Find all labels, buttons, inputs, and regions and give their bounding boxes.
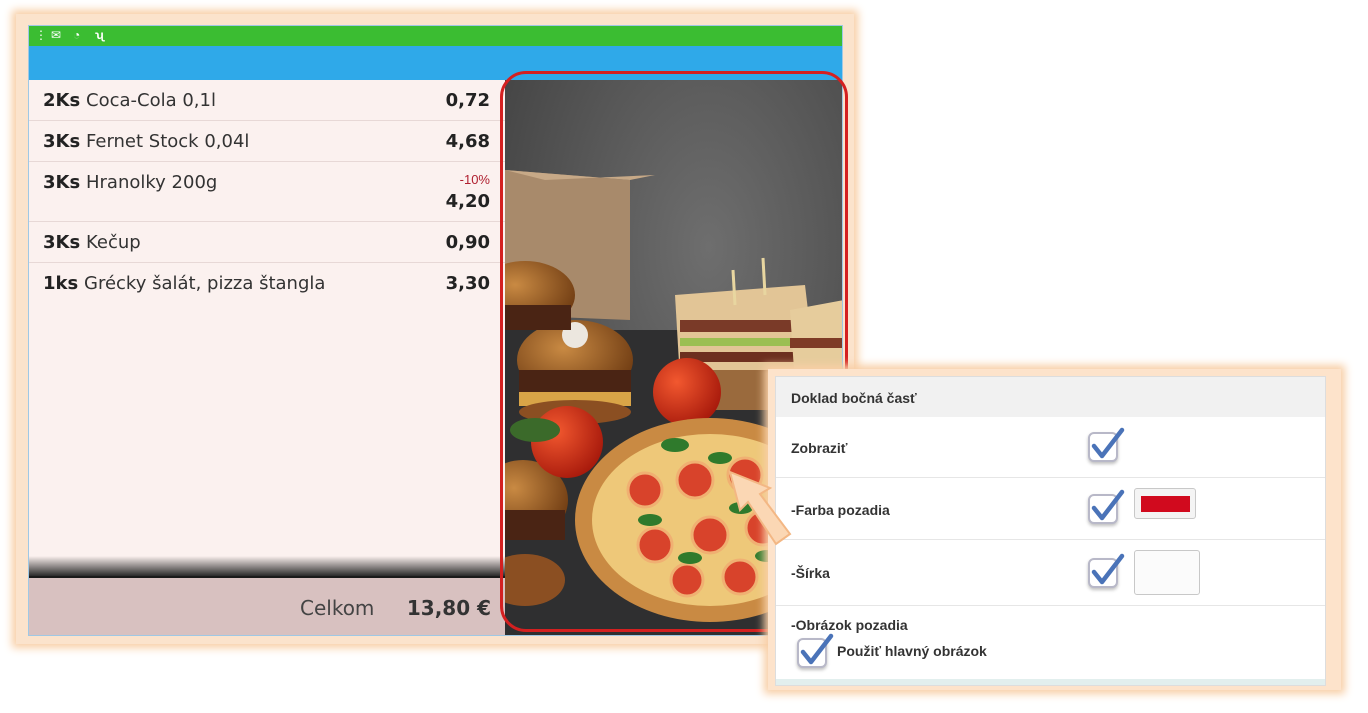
show-checkbox[interactable] — [1088, 427, 1125, 462]
check-icon — [800, 633, 834, 665]
setting-row-width: -Šírka — [776, 540, 1325, 606]
item-name: Hranolky 200g — [86, 172, 218, 193]
item-qty: 3Ks — [43, 131, 81, 152]
item-name: Coca-Cola 0,1l — [86, 90, 216, 111]
color-swatch — [1141, 496, 1190, 512]
list-item: 2Ks Coca-Cola 0,1l 0,72 — [29, 80, 505, 121]
list-item: 3Ks Fernet Stock 0,04l 4,68 — [29, 121, 505, 162]
total-value: 13,80 € — [406, 596, 491, 620]
item-qty: 2Ks — [43, 90, 81, 111]
callout-arrow-icon — [728, 470, 792, 546]
item-price: 3,30 — [445, 273, 490, 294]
total-label: Celkom — [300, 596, 375, 620]
check-icon — [1091, 489, 1125, 521]
list-item: 3Ks Kečup 0,90 — [29, 222, 505, 263]
setting-row-bg-color: -Farba pozadia — [776, 478, 1325, 540]
check-icon — [1091, 427, 1125, 459]
item-name: Kečup — [86, 232, 141, 253]
timer-icon: ◔ — [73, 28, 81, 42]
bg-color-picker[interactable] — [1134, 488, 1196, 519]
item-price: 4,20 — [445, 191, 490, 212]
setting-row-show: Zobraziť — [776, 417, 1325, 478]
settings-panel: Doklad bočná časť Zobraziť -Farba pozadi… — [775, 376, 1326, 686]
more-vert-icon: ⋮ — [35, 28, 47, 42]
item-price: 0,72 — [445, 90, 490, 111]
use-main-image-label: Použiť hlavný obrázok — [837, 643, 987, 659]
width-input[interactable] — [1134, 550, 1200, 595]
list-item: 1ks Grécky šalát, pizza štangla 3,30 — [29, 263, 505, 304]
settings-title: Doklad bočná časť — [791, 390, 917, 406]
use-main-image-checkbox[interactable] — [797, 633, 834, 668]
receipt-divider — [29, 556, 505, 576]
plug-icon: ʯ — [95, 28, 104, 42]
width-label: -Šírka — [791, 565, 830, 581]
total-bar: Celkom 13,80 € — [29, 576, 505, 635]
item-qty: 3Ks — [43, 172, 81, 193]
item-price: 4,68 — [445, 131, 490, 152]
width-checkbox[interactable] — [1088, 553, 1125, 588]
settings-header: Doklad bočná časť — [776, 377, 1325, 417]
show-label: Zobraziť — [791, 440, 848, 456]
mail-icon: ✉ — [51, 28, 62, 42]
item-qty: 3Ks — [43, 232, 81, 253]
item-discount: -10% — [459, 172, 490, 187]
item-qty: 1ks — [43, 273, 79, 294]
receipt-panel: 2Ks Coca-Cola 0,1l 0,72 3Ks Fernet Stock… — [29, 80, 505, 575]
item-name: Fernet Stock 0,04l — [86, 131, 250, 152]
check-icon — [1091, 553, 1125, 585]
item-name: Grécky šalát, pizza štangla — [84, 273, 326, 294]
item-price: 0,90 — [445, 232, 490, 253]
bg-color-checkbox[interactable] — [1088, 489, 1125, 524]
bg-image-label: -Obrázok pozadia — [791, 617, 908, 633]
list-item: 3Ks Hranolky 200g -10% 4,20 — [29, 162, 505, 222]
setting-row-bg-image: -Obrázok pozadia Použiť hlavný obrázok — [776, 606, 1325, 685]
status-bar: ⋮ ✉ ◔ ʯ — [29, 26, 842, 46]
panel-bottom-strip — [776, 679, 1325, 685]
bg-color-label: -Farba pozadia — [791, 502, 890, 518]
